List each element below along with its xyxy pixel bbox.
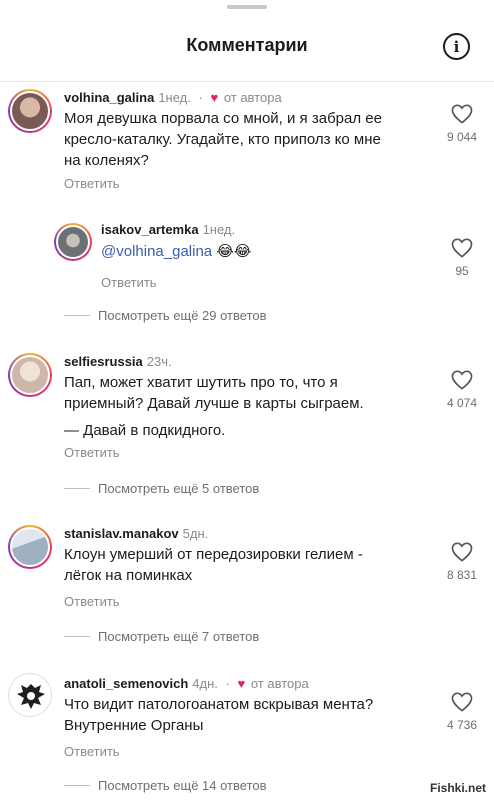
comment-item: selfiesrussia 23ч. Пап, может хватит шути… — [0, 348, 494, 498]
like-count: 8 831 — [446, 568, 478, 582]
view-more-label: Посмотреть ещё 5 ответов — [98, 481, 260, 496]
heart-outline-icon[interactable] — [451, 692, 473, 712]
like-button[interactable]: 4 736 — [437, 692, 487, 732]
timestamp: 4дн. — [192, 676, 218, 691]
comment-meta: anatoli_semenovich 4дн. · ♥ от автора — [64, 676, 309, 691]
comment-line: — Давай в подкидного. — [64, 422, 226, 439]
comment-line: Внутренние Органы — [64, 717, 204, 734]
username[interactable]: volhina_galina — [64, 90, 154, 105]
avatar[interactable] — [8, 673, 52, 717]
divider — [64, 785, 90, 786]
view-more-replies-button[interactable]: Посмотреть ещё 5 ответов — [64, 481, 259, 496]
watermark: Fishki.net — [430, 781, 487, 795]
like-button[interactable]: 4 074 — [437, 370, 487, 410]
heart-outline-icon[interactable] — [451, 104, 473, 124]
comment-meta: volhina_galina 1нед. · ♥ от автора — [64, 90, 282, 105]
view-more-label: Посмотреть ещё 29 ответов — [98, 308, 267, 323]
page-title: Комментарии — [186, 35, 308, 55]
comment-text: Клоун умерший от передозировки гелием - … — [64, 544, 363, 586]
comment-text: Моя девушка порвала со мной, и я забрал … — [64, 108, 382, 171]
comment-item: volhina_galina 1нед. · ♥ от автора Моя де… — [0, 84, 494, 204]
username[interactable]: isakov_artemka — [101, 222, 199, 237]
view-more-replies-button[interactable]: Посмотреть ещё 7 ответов — [64, 629, 259, 644]
comment-line: приемный? Давай лучше в карты сыграем. — [64, 395, 364, 412]
comment-meta: isakov_artemka 1нед. — [101, 222, 235, 237]
comments-header: Комментарии i — [0, 0, 494, 82]
comment-line: Пап, может хватит шутить про то, что я — [64, 374, 338, 391]
like-count: 9 044 — [446, 130, 478, 144]
reply-button[interactable]: Ответить — [64, 744, 120, 759]
emoji: 😂😂 — [216, 243, 252, 260]
comment-line: лёгок на поминках — [64, 567, 193, 584]
like-count: 95 — [455, 264, 469, 278]
comment-line: Моя девушка порвала со мной, и я забрал … — [64, 110, 382, 127]
author-heart-icon: ♥ — [237, 676, 246, 691]
mention-link[interactable]: @volhina_galina — [101, 243, 212, 260]
reply-button[interactable]: Ответить — [101, 275, 157, 290]
heart-outline-icon[interactable] — [451, 238, 473, 258]
reply-button[interactable]: Ответить — [64, 445, 120, 460]
eagle-emblem-icon — [12, 677, 50, 715]
reply-button[interactable]: Ответить — [64, 176, 120, 191]
timestamp: 5дн. — [182, 526, 209, 541]
divider — [64, 315, 90, 316]
view-more-replies-button[interactable]: Посмотреть ещё 14 ответов — [64, 778, 267, 793]
timestamp: 1нед. — [158, 90, 191, 105]
like-count: 4 736 — [446, 718, 478, 732]
author-like-label: от автора — [250, 676, 309, 691]
like-count: 4 074 — [446, 396, 478, 410]
divider — [64, 488, 90, 489]
username[interactable]: stanislav.manakov — [64, 526, 179, 541]
comment-meta: selfiesrussia 23ч. — [64, 354, 172, 369]
author-like-label: от автора — [223, 90, 282, 105]
separator: · — [225, 676, 230, 691]
avatar[interactable] — [8, 89, 52, 133]
reply-comment-item: isakov_artemka 1нед. @volhina_galina 😂😂 О… — [0, 216, 494, 326]
comment-line: Клоун умерший от передозировки гелием - — [64, 546, 363, 563]
heart-outline-icon[interactable] — [451, 542, 473, 562]
reply-button[interactable]: Ответить — [64, 594, 120, 609]
like-button[interactable]: 9 044 — [437, 104, 487, 144]
comment-line: Что видит патологоанатом вскрывая мента? — [64, 696, 374, 713]
username[interactable]: anatoli_semenovich — [64, 676, 188, 691]
timestamp: 1нед. — [202, 222, 236, 237]
like-button[interactable]: 95 — [437, 238, 487, 278]
avatar[interactable] — [8, 353, 52, 397]
author-heart-icon: ♥ — [210, 90, 219, 105]
comment-text: @volhina_galina 😂😂 — [101, 241, 251, 262]
comment-meta: stanislav.manakov 5дн. — [64, 526, 208, 541]
divider — [64, 636, 90, 637]
info-circle-icon[interactable]: i — [443, 33, 470, 60]
comment-item: stanislav.manakov 5дн. Клоун умерший от п… — [0, 520, 494, 650]
view-more-label: Посмотреть ещё 14 ответов — [98, 778, 267, 793]
comment-text: Пап, может хватит шутить про то, что я п… — [64, 372, 364, 441]
avatar[interactable] — [54, 223, 92, 261]
comment-text: Что видит патологоанатом вскрывая мента?… — [64, 694, 373, 736]
like-button[interactable]: 8 831 — [437, 542, 487, 582]
username[interactable]: selfiesrussia — [64, 354, 143, 369]
comment-item: anatoli_semenovich 4дн. · ♥ от автора Что… — [0, 670, 494, 800]
view-more-replies-button[interactable]: Посмотреть ещё 29 ответов — [64, 308, 267, 323]
heart-outline-icon[interactable] — [451, 370, 473, 390]
separator: · — [198, 90, 203, 105]
avatar[interactable] — [8, 525, 52, 569]
comment-line: на коленях? — [64, 152, 149, 169]
timestamp: 23ч. — [146, 354, 172, 369]
view-more-label: Посмотреть ещё 7 ответов — [98, 629, 260, 644]
comment-line: кресло-каталку. Угадайте, кто приполз ко… — [64, 131, 381, 148]
